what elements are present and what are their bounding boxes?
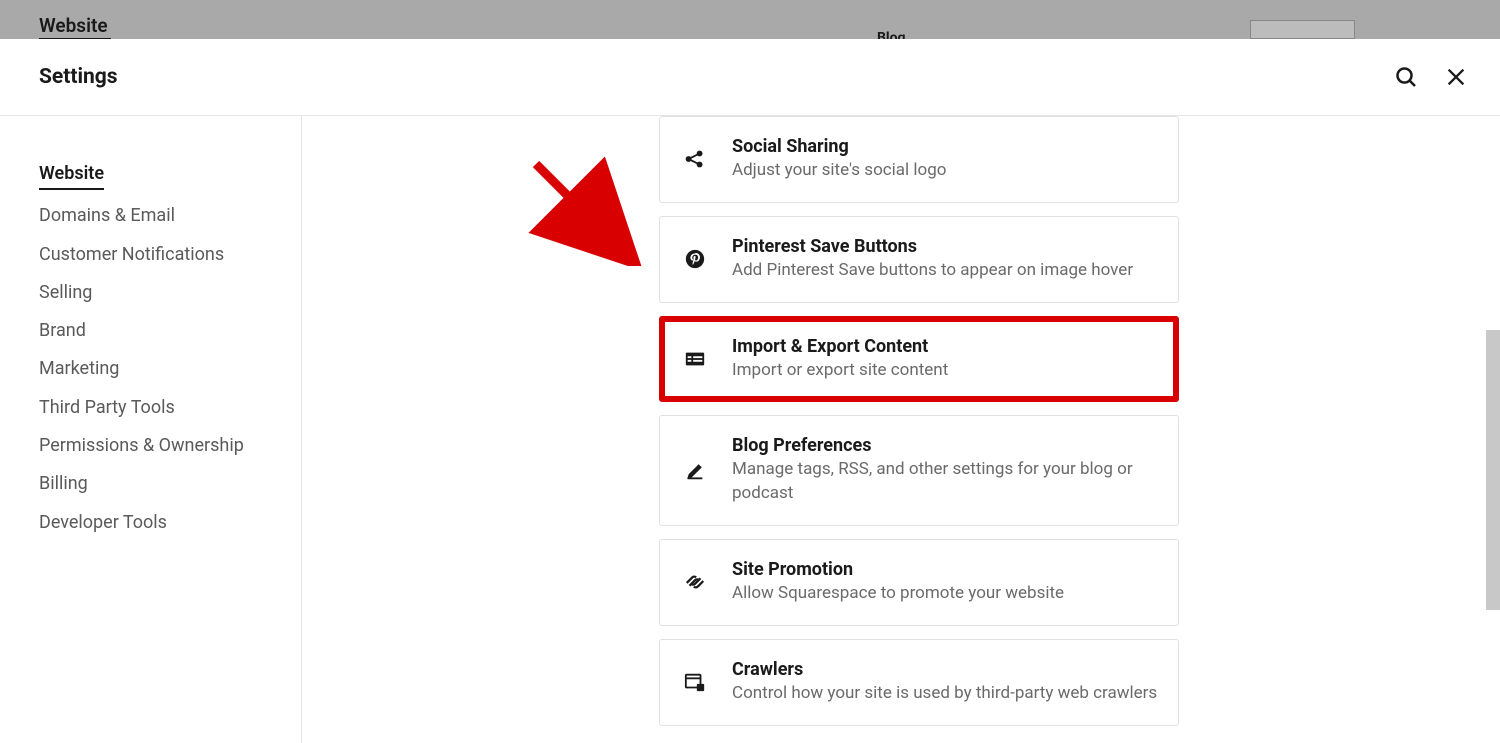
card-title: Pinterest Save Buttons — [732, 236, 1158, 257]
settings-cards: Social Sharing Adjust your site's social… — [659, 116, 1179, 743]
settings-panel: Settings Website Domains & Email Custome… — [0, 39, 1500, 743]
card-desc: Adjust your site's social logo — [732, 159, 1158, 183]
card-desc: Add Pinterest Save buttons to appear on … — [732, 259, 1158, 283]
card-title: Site Promotion — [732, 559, 1158, 580]
share-icon — [684, 148, 706, 170]
panel-header: Settings — [0, 39, 1500, 116]
card-desc: Manage tags, RSS, and other settings for… — [732, 458, 1158, 506]
backdrop-button-ghost — [1250, 20, 1355, 39]
sidebar-item-label: Selling — [39, 282, 92, 303]
background-overlay: Website Blog — [0, 0, 1500, 39]
sidebar-item-label: Third Party Tools — [39, 397, 175, 418]
card-import-export-content[interactable]: Import & Export Content Import or export… — [659, 316, 1179, 403]
sidebar-item-third-party-tools[interactable]: Third Party Tools — [39, 396, 301, 420]
backdrop-tab-label: Website — [39, 14, 108, 37]
card-desc: Control how your site is used by third-p… — [732, 682, 1158, 706]
card-body: Pinterest Save Buttons Add Pinterest Sav… — [732, 236, 1158, 283]
search-button[interactable] — [1392, 63, 1420, 91]
card-social-sharing[interactable]: Social Sharing Adjust your site's social… — [659, 116, 1179, 203]
card-site-promotion[interactable]: Site Promotion Allow Squarespace to prom… — [659, 539, 1179, 626]
sidebar-item-label: Billing — [39, 473, 88, 494]
card-body: Import & Export Content Import or export… — [732, 336, 1158, 383]
sidebar-item-label: Domains & Email — [39, 205, 175, 226]
card-desc: Import or export site content — [732, 359, 1158, 383]
annotation-arrow — [528, 156, 648, 266]
sidebar-item-label: Website — [39, 163, 104, 184]
sidebar-item-brand[interactable]: Brand — [39, 319, 301, 343]
card-body: Social Sharing Adjust your site's social… — [732, 136, 1158, 183]
sidebar-item-domains-email[interactable]: Domains & Email — [39, 204, 301, 228]
sidebar-item-permissions-ownership[interactable]: Permissions & Ownership — [39, 434, 301, 458]
pen-icon — [684, 460, 706, 482]
panel-title: Settings — [39, 65, 118, 89]
sidebar-item-customer-notifications[interactable]: Customer Notifications — [39, 243, 301, 267]
card-desc: Allow Squarespace to promote your websit… — [732, 582, 1158, 606]
sidebar-item-label: Marketing — [39, 358, 119, 379]
card-title: Crawlers — [732, 659, 1158, 680]
card-title: Blog Preferences — [732, 435, 1158, 456]
sidebar-item-label: Developer Tools — [39, 512, 167, 533]
close-button[interactable] — [1442, 63, 1470, 91]
card-crawlers[interactable]: Crawlers Control how your site is used b… — [659, 639, 1179, 726]
scrollbar-thumb[interactable] — [1486, 330, 1500, 610]
squarespace-icon — [684, 571, 706, 593]
spreadsheet-icon — [684, 348, 706, 370]
close-icon — [1445, 66, 1467, 88]
content-area: Social Sharing Adjust your site's social… — [302, 116, 1500, 743]
card-title: Import & Export Content — [732, 336, 1158, 357]
sidebar-item-website[interactable]: Website — [39, 162, 104, 190]
sidebar-item-marketing[interactable]: Marketing — [39, 357, 301, 381]
sidebar-item-billing[interactable]: Billing — [39, 472, 301, 496]
sidebar: Website Domains & Email Customer Notific… — [0, 116, 302, 743]
card-body: Site Promotion Allow Squarespace to prom… — [732, 559, 1158, 606]
pinterest-icon — [684, 248, 706, 270]
sidebar-item-selling[interactable]: Selling — [39, 281, 301, 305]
card-title: Social Sharing — [732, 136, 1158, 157]
search-icon — [1394, 65, 1418, 89]
card-body: Crawlers Control how your site is used b… — [732, 659, 1158, 706]
card-blog-preferences[interactable]: Blog Preferences Manage tags, RSS, and o… — [659, 415, 1179, 526]
card-body: Blog Preferences Manage tags, RSS, and o… — [732, 435, 1158, 506]
sidebar-item-label: Customer Notifications — [39, 244, 224, 265]
panel-body: Website Domains & Email Customer Notific… — [0, 116, 1500, 743]
sidebar-item-label: Permissions & Ownership — [39, 435, 244, 456]
card-pinterest-save-buttons[interactable]: Pinterest Save Buttons Add Pinterest Sav… — [659, 216, 1179, 303]
header-actions — [1392, 63, 1470, 91]
sidebar-item-label: Brand — [39, 320, 86, 341]
sidebar-item-developer-tools[interactable]: Developer Tools — [39, 511, 301, 535]
crawler-icon — [684, 671, 706, 693]
